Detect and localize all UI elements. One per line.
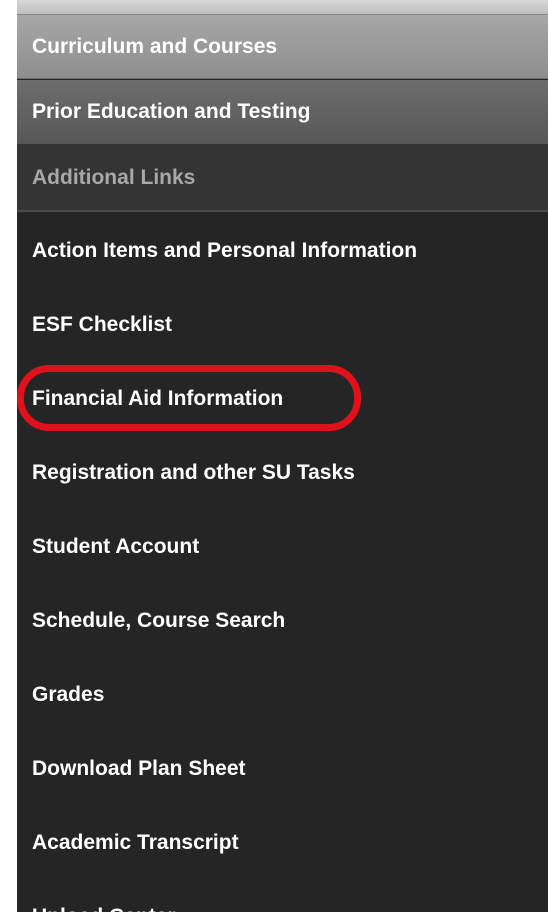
link-registration-and-other-su-tasks[interactable]: Registration and other SU Tasks bbox=[17, 436, 548, 510]
menu-top-edge bbox=[17, 0, 548, 15]
additional-links-list: Action Items and Personal Information ES… bbox=[17, 214, 548, 912]
link-esf-checklist[interactable]: ESF Checklist bbox=[17, 288, 548, 362]
link-download-plan-sheet[interactable]: Download Plan Sheet bbox=[17, 732, 548, 806]
link-action-items-and-personal-information[interactable]: Action Items and Personal Information bbox=[17, 214, 548, 288]
section-additional-links: Additional Links bbox=[17, 144, 548, 212]
link-academic-transcript[interactable]: Academic Transcript bbox=[17, 806, 548, 880]
navigation-menu: Curriculum and Courses Prior Education a… bbox=[17, 0, 548, 912]
link-schedule-course-search[interactable]: Schedule, Course Search bbox=[17, 584, 548, 658]
link-grades[interactable]: Grades bbox=[17, 658, 548, 732]
section-prior-education-and-testing[interactable]: Prior Education and Testing bbox=[17, 80, 548, 144]
section-curriculum-and-courses[interactable]: Curriculum and Courses bbox=[17, 15, 548, 79]
link-financial-aid-information[interactable]: Financial Aid Information bbox=[17, 362, 548, 436]
link-upload-center[interactable]: Upload Center bbox=[17, 880, 548, 912]
link-student-account[interactable]: Student Account bbox=[17, 510, 548, 584]
